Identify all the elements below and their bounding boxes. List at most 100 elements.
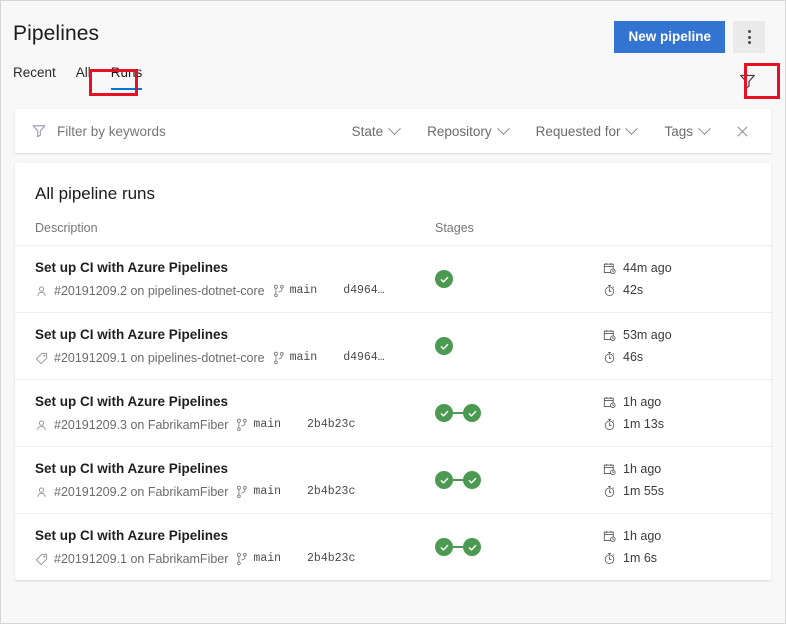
calendar-icon — [603, 396, 616, 409]
funnel-icon — [739, 73, 756, 90]
check-icon — [439, 408, 450, 419]
table-row[interactable]: Set up CI with Azure Pipelines #20191209.… — [15, 380, 771, 447]
repository-filter-label: Repository — [427, 124, 492, 139]
stage-succeeded-icon[interactable] — [463, 471, 481, 489]
check-icon — [467, 475, 478, 486]
filter-bar: Filter by keywords State Repository Requ… — [15, 109, 771, 153]
branch-icon — [273, 351, 285, 365]
chevron-down-icon — [497, 122, 510, 135]
table-row[interactable]: Set up CI with Azure Pipelines #20191209.… — [15, 246, 771, 313]
calendar-icon — [603, 262, 616, 275]
table-row[interactable]: Set up CI with Azure Pipelines #20191209.… — [15, 313, 771, 380]
requested-for-filter-label: Requested for — [536, 124, 621, 139]
run-started-line: 53m ago — [603, 328, 751, 343]
person-icon — [35, 419, 48, 432]
run-meta: #20191209.1 on FabrikamFibermain2b4b23c — [35, 551, 435, 567]
runs-list: Set up CI with Azure Pipelines #20191209.… — [15, 246, 771, 580]
all-pipeline-runs-card: All pipeline runs Description Stages Set… — [15, 163, 771, 580]
keyword-filter[interactable]: Filter by keywords — [31, 123, 338, 139]
run-started-line: 1h ago — [603, 462, 751, 477]
stage-succeeded-icon[interactable] — [463, 538, 481, 556]
check-icon — [467, 408, 478, 419]
table-row[interactable]: Set up CI with Azure Pipelines #20191209.… — [15, 514, 771, 580]
tab-recent[interactable]: Recent — [13, 63, 66, 90]
calendar-icon — [603, 262, 616, 275]
run-name-link[interactable]: Set up CI with Azure Pipelines — [35, 259, 435, 276]
filter-dropdowns: State Repository Requested for Tags — [338, 116, 757, 146]
tags-filter-dropdown[interactable]: Tags — [650, 124, 723, 139]
run-commit: 2b4b23c — [307, 484, 355, 500]
new-pipeline-button[interactable]: New pipeline — [614, 21, 725, 53]
state-filter-dropdown[interactable]: State — [338, 124, 414, 139]
run-meta: #20191209.2 on FabrikamFibermain2b4b23c — [35, 484, 435, 500]
funnel-icon — [31, 123, 47, 139]
repository-filter-dropdown[interactable]: Repository — [413, 124, 522, 139]
stage-succeeded-icon[interactable] — [435, 538, 453, 556]
tab-selected-indicator — [111, 88, 143, 90]
table-row[interactable]: Set up CI with Azure Pipelines #20191209.… — [15, 447, 771, 514]
run-description-cell: Set up CI with Azure Pipelines #20191209.… — [35, 460, 435, 500]
run-stages-cell — [435, 337, 603, 355]
branch-icon — [236, 418, 248, 432]
tab-all[interactable]: All — [66, 63, 101, 90]
runs-column-headers: Description Stages — [15, 205, 771, 246]
run-name-link[interactable]: Set up CI with Azure Pipelines — [35, 460, 435, 477]
pipelines-runs-page: Pipelines Recent All Runs New pipeline — [0, 0, 786, 624]
calendar-icon — [603, 463, 616, 476]
requested-for-filter-dropdown[interactable]: Requested for — [522, 124, 651, 139]
calendar-icon — [603, 329, 616, 342]
stage-succeeded-icon[interactable] — [435, 404, 453, 422]
run-branch: main — [253, 417, 281, 433]
run-time-cell: 1h ago1m 6s — [603, 529, 751, 566]
run-times: 1h ago1m 6s — [603, 529, 751, 566]
filter-bar-card: Filter by keywords State Repository Requ… — [15, 109, 771, 153]
tab-runs[interactable]: Runs — [101, 63, 153, 90]
tab-all-label: All — [76, 65, 91, 80]
tab-recent-label: Recent — [13, 65, 56, 80]
calendar-icon — [603, 329, 616, 342]
run-build-on: #20191209.2 on pipelines-dotnet-core — [54, 283, 265, 299]
run-branch: main — [290, 350, 318, 366]
run-meta: #20191209.1 on pipelines-dotnet-coremain… — [35, 350, 435, 366]
clock-icon — [603, 485, 616, 498]
tag-icon — [35, 553, 48, 566]
run-started-value: 1h ago — [623, 462, 661, 477]
run-description-cell: Set up CI with Azure Pipelines #20191209.… — [35, 259, 435, 299]
more-actions-button[interactable] — [733, 21, 765, 53]
tag-icon — [35, 352, 48, 365]
runs-section-title: All pipeline runs — [15, 163, 771, 205]
state-filter-label: State — [352, 124, 384, 139]
filter-toggle-button[interactable] — [733, 67, 761, 95]
clear-filters-button[interactable] — [727, 116, 757, 146]
run-times: 53m ago 46s — [603, 328, 751, 365]
column-header-stages: Stages — [435, 221, 603, 235]
branch-icon — [236, 485, 248, 499]
run-build-on: #20191209.2 on FabrikamFiber — [54, 484, 228, 500]
chevron-down-icon — [626, 122, 639, 135]
check-icon — [439, 341, 450, 352]
run-duration-line: 42s — [603, 283, 751, 298]
chevron-down-icon — [698, 122, 711, 135]
stage-connector — [453, 546, 463, 548]
run-name-link[interactable]: Set up CI with Azure Pipelines — [35, 393, 435, 410]
stage-succeeded-icon[interactable] — [435, 337, 453, 355]
run-duration-value: 42s — [623, 283, 643, 298]
run-time-cell: 44m ago42s — [603, 261, 751, 298]
tags-filter-label: Tags — [664, 124, 693, 139]
stage-succeeded-icon[interactable] — [435, 270, 453, 288]
clock-icon — [603, 351, 616, 364]
branch-icon — [236, 418, 248, 432]
person-icon — [35, 285, 48, 298]
branch-icon — [236, 552, 248, 566]
run-name-link[interactable]: Set up CI with Azure Pipelines — [35, 527, 435, 544]
stage-succeeded-icon[interactable] — [435, 471, 453, 489]
clock-icon — [603, 552, 616, 565]
run-duration-line: 46s — [603, 350, 751, 365]
run-started-value: 1h ago — [623, 529, 661, 544]
stage-succeeded-icon[interactable] — [463, 404, 481, 422]
person-icon — [35, 486, 48, 499]
run-name-link[interactable]: Set up CI with Azure Pipelines — [35, 326, 435, 343]
more-vertical-icon — [748, 30, 751, 44]
run-build-on: #20191209.3 on FabrikamFiber — [54, 417, 228, 433]
calendar-icon — [603, 530, 616, 543]
